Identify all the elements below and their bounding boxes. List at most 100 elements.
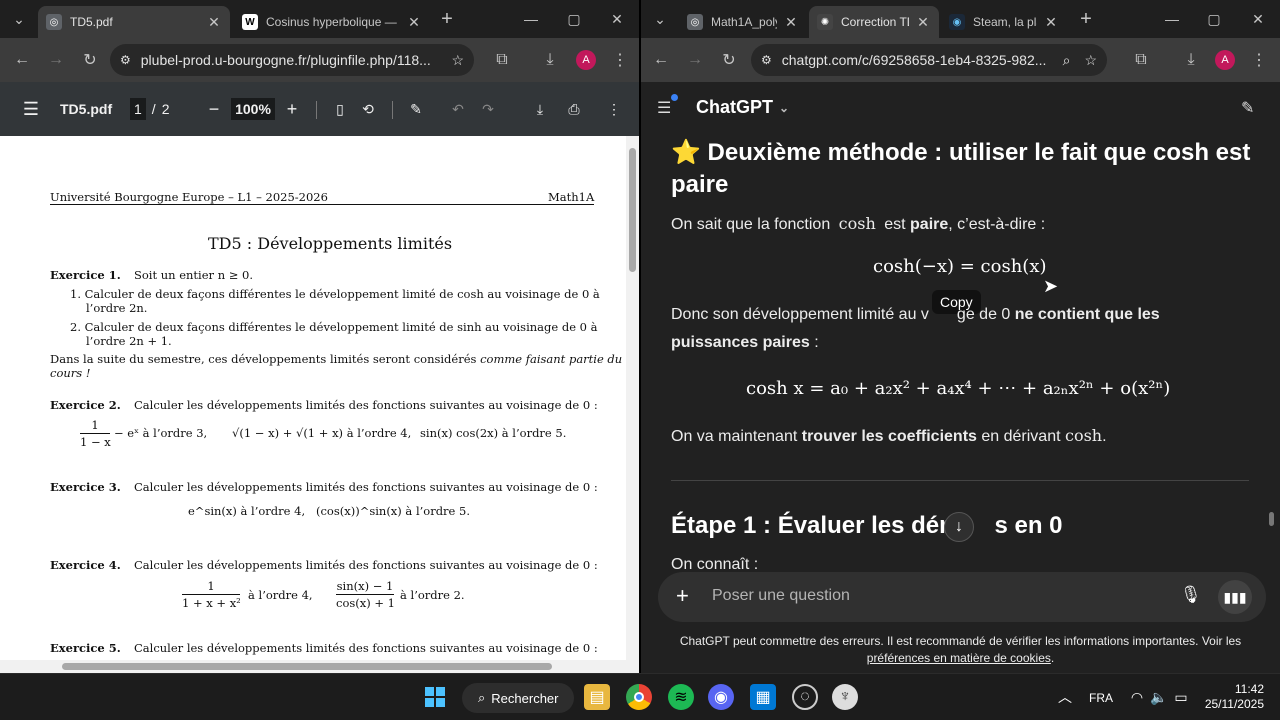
bookmark-star-icon[interactable]: ☆ xyxy=(451,52,464,69)
close-window-icon[interactable]: ✕ xyxy=(606,8,628,30)
menu-kebab-icon[interactable]: ⋮ xyxy=(1247,48,1271,72)
sidebar-toggle-icon[interactable]: ☰ xyxy=(657,94,679,118)
site-info-icon[interactable]: ⚙ xyxy=(120,53,131,67)
tab-td5-pdf[interactable]: ◎ TD5.pdf ✕ xyxy=(38,6,230,38)
spotify-icon[interactable]: ≋ xyxy=(668,684,694,710)
windows-start-icon[interactable] xyxy=(422,684,448,710)
tab-cosinus-hyperbolique[interactable]: W Cosinus hyperbolique — W ✕ xyxy=(234,6,430,38)
zoom-level[interactable]: 100% xyxy=(231,98,275,120)
model-selector[interactable]: ChatGPT ⌄ xyxy=(696,97,789,118)
chevron-down-icon: ⌄ xyxy=(779,100,790,115)
close-tab-icon[interactable]: ✕ xyxy=(206,14,222,31)
zoom-in-icon[interactable]: + xyxy=(282,98,302,120)
battery-icon[interactable]: ▭ xyxy=(1168,684,1194,710)
zoom-out-icon[interactable]: − xyxy=(204,98,224,120)
avatar[interactable]: A xyxy=(1215,50,1235,70)
minimize-icon[interactable]: — xyxy=(520,8,542,30)
tab-math1a-poly[interactable]: ◎ Math1A_poly ✕ xyxy=(679,6,807,38)
close-tab-icon[interactable]: ✕ xyxy=(783,14,799,31)
pdf-more-icon[interactable]: ⋮ xyxy=(604,98,624,120)
divider xyxy=(316,101,317,119)
chrome-icon[interactable] xyxy=(626,684,652,710)
equation-cosh-expansion[interactable]: cosh x = a₀ + a₂x² + a₄x⁴ + ⋯ + a₂ₙx²ⁿ +… xyxy=(746,378,1170,399)
tab-strip: ⌄ ◎ TD5.pdf ✕ W Cosinus hyperbolique — W… xyxy=(0,0,639,38)
download-pdf-icon[interactable]: ⤓ xyxy=(530,98,550,120)
avatar[interactable]: A xyxy=(576,50,596,70)
taskbar-search[interactable]: ⌕ Rechercher xyxy=(462,683,574,713)
undo-icon[interactable]: ↶ xyxy=(448,98,468,120)
forward-icon[interactable]: → xyxy=(44,48,68,72)
vertical-scrollbar[interactable] xyxy=(626,136,639,673)
zoom-search-icon[interactable]: ⌕ xyxy=(1063,52,1071,69)
microsoft-store-icon[interactable]: ▦ xyxy=(750,684,776,710)
tab-search-icon[interactable]: ⌄ xyxy=(8,8,30,30)
app-icon[interactable]: ◌ xyxy=(792,684,818,710)
back-icon[interactable]: ← xyxy=(649,48,673,72)
ex4-f2-numerator: sin(x) − 1 xyxy=(336,579,394,593)
print-icon[interactable]: ⎙ xyxy=(564,98,584,120)
annotate-pen-icon[interactable]: ✎ xyxy=(406,98,426,120)
p3-text: . xyxy=(1102,428,1107,445)
paragraph-2-cont: puissances paires : xyxy=(671,334,819,352)
equation-cosh-even[interactable]: cosh(−x) = cosh(x) xyxy=(873,256,1047,277)
language-indicator[interactable]: FRA xyxy=(1089,691,1113,705)
exercise-2-heading: Exercice 2. xyxy=(50,398,121,412)
extensions-icon[interactable]: ⧉ xyxy=(1129,48,1153,72)
pdf-toolbar: ☰ TD5.pdf 1 / 2 − 100% + ▯ ⟲ ✎ ↶ ↷ ⤓ ⎙ ⋮ xyxy=(0,82,639,136)
page-number-input[interactable]: 1 xyxy=(130,98,146,120)
address-bar[interactable]: ⚙ plubel-prod.u-bourgogne.fr/pluginfile.… xyxy=(110,44,474,76)
steam-taskbar-icon[interactable]: ♆ xyxy=(832,684,858,710)
bookmark-star-icon[interactable]: ☆ xyxy=(1084,52,1097,69)
clock-time: 11:42 xyxy=(1234,682,1264,696)
voice-mode-button[interactable]: ▮▮▮ xyxy=(1218,580,1252,614)
download-icon[interactable]: ⤓ xyxy=(1179,48,1203,72)
reload-icon[interactable]: ↻ xyxy=(717,48,741,72)
microphone-icon[interactable]: 🎙 xyxy=(1180,585,1202,605)
prompt-input[interactable]: Poser une question xyxy=(712,587,850,605)
maximize-icon[interactable]: ▢ xyxy=(563,8,585,30)
close-window-icon[interactable]: ✕ xyxy=(1247,8,1269,30)
add-attachment-icon[interactable]: + xyxy=(676,584,689,608)
extensions-icon[interactable]: ⧉ xyxy=(490,48,514,72)
site-info-icon[interactable]: ⚙ xyxy=(761,53,772,67)
ex4-f1-numerator: 1 xyxy=(207,579,215,593)
p1-bold: paire xyxy=(910,216,949,233)
back-icon[interactable]: ← xyxy=(10,48,34,72)
p2-bold: puissances paires xyxy=(671,334,810,351)
show-hidden-icons[interactable]: ︿ xyxy=(1052,684,1078,710)
tab-search-icon[interactable]: ⌄ xyxy=(649,8,671,30)
menu-kebab-icon[interactable]: ⋮ xyxy=(608,48,632,72)
new-tab-icon[interactable]: + xyxy=(1075,8,1097,30)
hamburger-menu-icon[interactable]: ☰ xyxy=(20,98,42,120)
clock[interactable]: 11:42 25/11/2025 xyxy=(1198,682,1264,712)
horizontal-scrollbar[interactable] xyxy=(0,660,626,673)
download-icon[interactable]: ⤓ xyxy=(538,48,562,72)
cookie-preferences-link[interactable]: préférences en matière de cookies xyxy=(867,651,1051,665)
ex3-f2: (cos(x))^sin(x) à l’ordre 5. xyxy=(316,504,470,518)
reload-icon[interactable]: ↻ xyxy=(78,48,102,72)
close-tab-icon[interactable]: ✕ xyxy=(406,14,422,31)
tab-steam[interactable]: ◉ Steam, la pla ✕ xyxy=(941,6,1067,38)
pdf-viewport[interactable]: Université Bourgogne Europe – L1 – 2025-… xyxy=(0,136,639,673)
tab-title: TD5.pdf xyxy=(70,15,113,29)
chat-scrollbar-thumb[interactable] xyxy=(1269,512,1274,526)
close-tab-icon[interactable]: ✕ xyxy=(1043,14,1059,31)
redo-icon[interactable]: ↷ xyxy=(478,98,498,120)
new-chat-icon[interactable]: ✎ xyxy=(1241,98,1254,118)
ex2-f1-denominator: 1 − x xyxy=(80,435,111,449)
file-explorer-icon[interactable]: ▤ xyxy=(584,684,610,710)
maximize-icon[interactable]: ▢ xyxy=(1203,8,1225,30)
fit-page-icon[interactable]: ▯ xyxy=(330,98,350,120)
discord-icon[interactable]: ◉ xyxy=(708,684,734,710)
scrollbar-thumb[interactable] xyxy=(629,148,636,272)
scrollbar-thumb[interactable] xyxy=(62,663,552,670)
ex4-f1-denominator: 1 + x + x² xyxy=(182,596,241,610)
close-tab-icon[interactable]: ✕ xyxy=(915,14,931,31)
new-tab-icon[interactable]: + xyxy=(436,8,458,30)
forward-icon[interactable]: → xyxy=(683,48,707,72)
rotate-icon[interactable]: ⟲ xyxy=(358,98,378,120)
minimize-icon[interactable]: — xyxy=(1161,8,1183,30)
scroll-down-button[interactable]: ↓ xyxy=(944,512,974,542)
tab-correction-td[interactable]: ✺ Correction TD ✕ xyxy=(809,6,939,38)
address-bar[interactable]: ⚙ chatgpt.com/c/69258658-1eb4-8325-982..… xyxy=(751,44,1107,76)
